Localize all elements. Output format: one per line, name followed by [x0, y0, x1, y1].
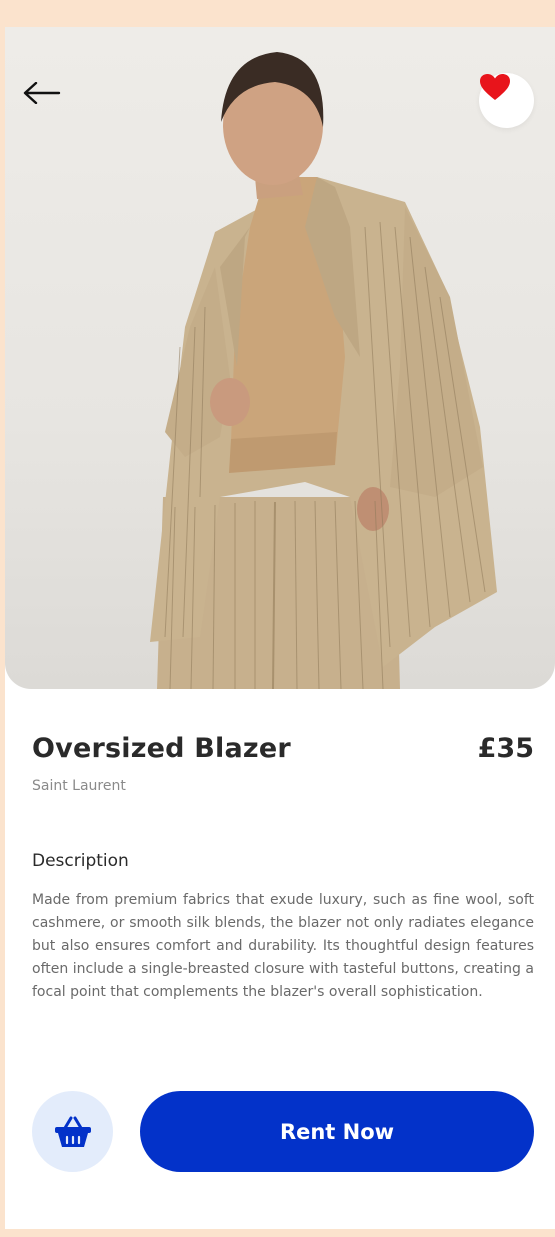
rent-now-button[interactable]: Rent Now [140, 1091, 534, 1172]
basket-icon [54, 1116, 91, 1147]
description-text: Made from premium fabrics that exude lux… [32, 892, 534, 1000]
description-heading: Description [32, 851, 129, 871]
product-brand: Saint Laurent [32, 778, 126, 794]
back-button[interactable] [23, 82, 73, 118]
heart-icon [480, 74, 510, 100]
add-to-cart-button[interactable] [32, 1091, 113, 1172]
arrow-left-icon [23, 82, 61, 104]
product-price: £35 [477, 733, 534, 764]
model-photo-illustration [150, 52, 497, 689]
product-title: Oversized Blazer [32, 733, 291, 764]
product-detail-screen: Oversized Blazer £35 Saint Laurent Descr… [5, 27, 555, 1229]
product-image [5, 27, 555, 689]
favorite-button[interactable] [479, 73, 534, 128]
